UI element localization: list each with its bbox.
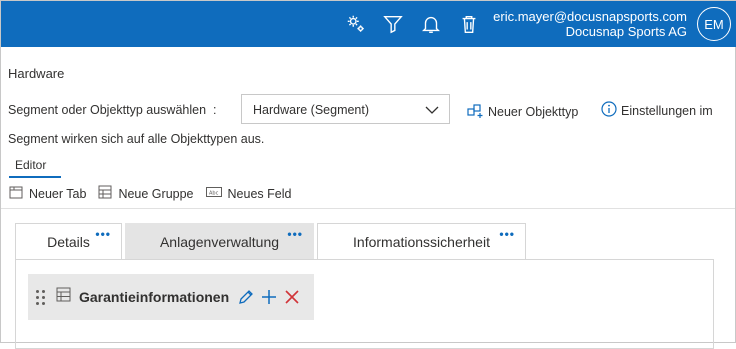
segment-value: Hardware (Segment) [253, 103, 370, 117]
settings-gears-icon[interactable] [344, 12, 368, 36]
avatar[interactable]: EM [697, 7, 731, 41]
page-title: Hardware [8, 66, 65, 81]
info-icon [601, 101, 617, 120]
tab-label: Informationssicherheit [353, 233, 490, 250]
filter-icon[interactable] [381, 12, 405, 36]
tab-informationssicherheit[interactable]: Informationssicherheit ••• [317, 223, 526, 259]
new-group-button[interactable]: Neue Gruppe [98, 185, 194, 202]
bell-icon[interactable] [419, 12, 443, 36]
edit-icon[interactable] [237, 289, 254, 306]
toolbar-divider [1, 208, 735, 209]
chevron-down-icon [425, 104, 439, 118]
new-field-label: Neues Feld [227, 186, 292, 201]
user-email: eric.mayer@docusnapsports.com [493, 9, 687, 24]
new-field-button[interactable]: Abc Neues Feld [205, 185, 292, 202]
group-title: Garantieinformationen [79, 289, 230, 305]
settings-info: Einstellungen im [601, 101, 713, 120]
tab-anlagenverwaltung[interactable]: Anlagenverwaltung ••• [125, 223, 314, 259]
company-name: Docusnap Sports AG [565, 24, 687, 39]
svg-text:Abc: Abc [209, 191, 219, 197]
delete-icon[interactable] [284, 289, 300, 305]
group-header: Garantieinformationen [28, 274, 314, 320]
settings-text: Einstellungen im [621, 103, 713, 118]
group-table-icon [56, 287, 71, 307]
tab-label: Anlagenverwaltung [159, 233, 280, 250]
segment-note: Segment wirken sich auf alle Objekttypen… [8, 132, 265, 146]
top-bar: eric.mayer@docusnapsports.com Docusnap S… [1, 1, 736, 47]
new-object-type-button[interactable]: Neuer Objekttyp [466, 101, 578, 122]
new-object-type-label: Neuer Objekttyp [488, 104, 579, 119]
tab-details[interactable]: Details ••• [15, 223, 122, 259]
tab-menu-icon[interactable]: ••• [499, 228, 515, 240]
editor-toolbar: Neuer Tab Neue Gruppe Abc Neues Feld [9, 185, 303, 202]
tab-label: Details [47, 233, 90, 250]
tab-menu-icon[interactable]: ••• [287, 228, 303, 240]
field-icon: Abc [205, 186, 222, 201]
segment-label: Segment oder Objekttyp auswählen : [8, 103, 217, 117]
segment-dropdown[interactable]: Hardware (Segment) [241, 94, 450, 124]
tab-editor[interactable]: Editor [9, 158, 61, 178]
tab-menu-icon[interactable]: ••• [95, 228, 111, 240]
new-tab-button[interactable]: Neuer Tab [9, 185, 86, 202]
trash-icon[interactable] [457, 12, 481, 36]
new-group-label: Neue Gruppe [118, 186, 194, 201]
drag-handle-icon[interactable] [36, 289, 46, 305]
group-icon [98, 185, 112, 202]
tab-icon [9, 185, 23, 202]
user-info: eric.mayer@docusnapsports.com Docusnap S… [493, 9, 687, 39]
add-icon[interactable] [260, 288, 278, 306]
new-tab-label: Neuer Tab [29, 186, 87, 201]
new-object-type-icon [466, 101, 484, 122]
